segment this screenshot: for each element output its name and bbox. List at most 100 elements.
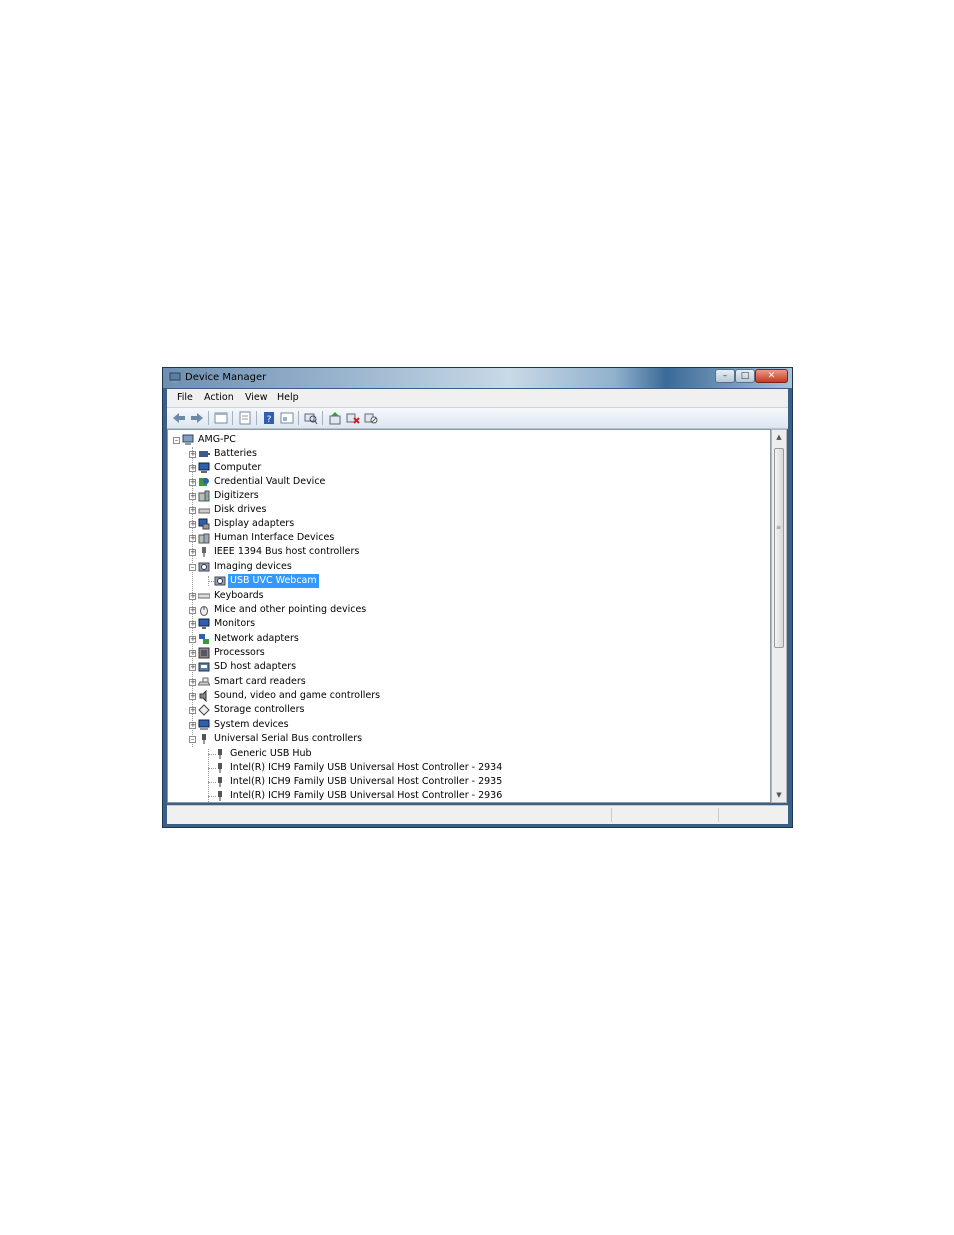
selected-device-label: USB UVC Webcam: [228, 574, 319, 588]
webcam-icon: [214, 576, 226, 586]
tree-item-credential-vault[interactable]: + Credential Vault Device: [168, 475, 758, 489]
menu-help[interactable]: Help: [277, 392, 299, 404]
toolbar-separator: [208, 411, 209, 425]
keyboard-icon: [198, 593, 210, 599]
device-tree[interactable]: – AMG-PC + Batteries + Computer + Creden…: [167, 429, 771, 803]
expand-toggle[interactable]: +: [189, 707, 196, 714]
title-bar[interactable]: Device Manager – □ ✕: [163, 368, 792, 388]
tree-item-system-devices[interactable]: + System devices: [168, 718, 758, 732]
display-adapter-icon: [198, 518, 210, 530]
usb-icon: [218, 749, 222, 759]
svg-text:?: ?: [267, 415, 272, 425]
close-button[interactable]: ✕: [755, 369, 788, 383]
expand-toggle[interactable]: +: [189, 451, 196, 458]
expand-toggle[interactable]: +: [189, 479, 196, 486]
category-label: Storage controllers: [214, 704, 305, 715]
tree-item-digitizers[interactable]: + Digitizers: [168, 489, 758, 503]
toolbar-separator: [232, 411, 233, 425]
tree-item-network-adapters[interactable]: + Network adapters: [168, 632, 758, 646]
computer-icon: [198, 462, 210, 473]
speaker-icon: [199, 690, 207, 702]
menu-action[interactable]: Action: [204, 392, 234, 404]
tree-item-hid[interactable]: + Human Interface Devices: [168, 531, 758, 545]
category-label: Sound, video and game controllers: [214, 690, 381, 701]
scan-hardware-icon[interactable]: [304, 411, 318, 425]
tree-item-usb-host-controller[interactable]: Intel(R) ICH9 Family USB Universal Host …: [168, 789, 758, 802]
properties-icon[interactable]: [238, 411, 252, 425]
tree-item-generic-usb-hub[interactable]: Generic USB Hub: [168, 747, 758, 761]
maximize-button[interactable]: □: [735, 369, 755, 383]
category-label: IEEE 1394 Bus host controllers: [214, 546, 360, 557]
uninstall-icon[interactable]: [346, 411, 360, 425]
status-bar: [167, 805, 788, 824]
hid-icon: [198, 533, 210, 544]
tree-item-smart-card-readers[interactable]: + Smart card readers: [168, 675, 758, 689]
minimize-button[interactable]: –: [715, 369, 735, 383]
tree-item-storage-controllers[interactable]: + Storage controllers: [168, 703, 758, 717]
usb-icon: [218, 777, 222, 787]
tree-item-usb-host-controller[interactable]: Intel(R) ICH9 Family USB Universal Host …: [168, 775, 758, 789]
expand-toggle[interactable]: +: [189, 535, 196, 542]
view-icon[interactable]: [280, 411, 294, 425]
expand-toggle[interactable]: +: [189, 593, 196, 600]
tree-item-sd-host-adapters[interactable]: + SD host adapters: [168, 660, 758, 674]
help-icon[interactable]: ?: [262, 411, 276, 425]
tree-item-computer[interactable]: + Computer: [168, 461, 758, 475]
scroll-down-arrow-icon[interactable]: ▼: [774, 790, 784, 800]
vertical-scrollbar[interactable]: ▲ ≡ ▼: [771, 429, 787, 803]
category-label: Batteries: [214, 448, 257, 459]
camera-icon: [198, 562, 210, 572]
expand-toggle[interactable]: +: [189, 521, 196, 528]
tree-root[interactable]: – AMG-PC: [168, 433, 758, 447]
collapse-toggle[interactable]: –: [189, 736, 196, 743]
expand-toggle[interactable]: +: [189, 507, 196, 514]
collapse-toggle[interactable]: –: [189, 564, 196, 571]
scroll-up-arrow-icon[interactable]: ▲: [774, 432, 784, 442]
tree-item-disk-drives[interactable]: + Disk drives: [168, 503, 758, 517]
tree-item-processors[interactable]: + Processors: [168, 646, 758, 660]
disable-icon[interactable]: [364, 411, 378, 425]
tree-item-keyboards[interactable]: + Keyboards: [168, 589, 758, 603]
tree-item-imaging-devices[interactable]: – Imaging devices: [168, 560, 758, 574]
expand-toggle[interactable]: +: [189, 679, 196, 686]
tree-item-ieee1394[interactable]: + IEEE 1394 Bus host controllers: [168, 545, 758, 559]
tree-item-monitors[interactable]: + Monitors: [168, 617, 758, 631]
expand-toggle[interactable]: +: [189, 636, 196, 643]
category-label: Keyboards: [214, 590, 264, 601]
menu-file[interactable]: File: [177, 392, 193, 404]
scrollbar-thumb[interactable]: [774, 448, 784, 648]
tree-item-batteries[interactable]: + Batteries: [168, 447, 758, 461]
expand-toggle[interactable]: +: [189, 607, 196, 614]
tree-item-usb-host-controller[interactable]: Intel(R) ICH9 Family USB Universal Host …: [168, 761, 758, 775]
expand-toggle[interactable]: +: [189, 722, 196, 729]
category-label: System devices: [214, 719, 289, 730]
expand-toggle[interactable]: +: [189, 664, 196, 671]
smart-card-icon: [198, 677, 210, 686]
update-driver-icon[interactable]: [328, 411, 342, 425]
category-label: Credential Vault Device: [214, 476, 326, 487]
tree-item-sound-video-game[interactable]: + Sound, video and game controllers: [168, 689, 758, 703]
expand-toggle[interactable]: +: [189, 493, 196, 500]
tree-item-display-adapters[interactable]: + Display adapters: [168, 517, 758, 531]
expand-toggle[interactable]: +: [189, 465, 196, 472]
toolbar: ?: [167, 408, 788, 429]
show-hide-tree-icon[interactable]: [214, 411, 228, 425]
computer-icon: [182, 434, 194, 445]
tree-item-usb-controllers[interactable]: – Universal Serial Bus controllers: [168, 732, 758, 746]
menu-view[interactable]: View: [245, 392, 268, 404]
back-icon[interactable]: [172, 411, 186, 425]
expand-toggle[interactable]: +: [189, 693, 196, 700]
device-label: Generic USB Hub: [230, 748, 312, 759]
collapse-toggle[interactable]: –: [173, 437, 180, 444]
forward-icon[interactable]: [190, 411, 204, 425]
expand-toggle[interactable]: +: [189, 621, 196, 628]
tree-item-mice[interactable]: + Mice and other pointing devices: [168, 603, 758, 617]
usb-icon: [202, 734, 206, 744]
device-label: Intel(R) ICH9 Family USB Universal Host …: [230, 762, 503, 773]
tree-item-usb-uvc-webcam[interactable]: USB UVC Webcam: [168, 574, 758, 588]
status-pane: [718, 808, 719, 822]
expand-toggle[interactable]: +: [189, 549, 196, 556]
category-label: Mice and other pointing devices: [214, 604, 367, 615]
toolbar-separator: [298, 411, 299, 425]
expand-toggle[interactable]: +: [189, 650, 196, 657]
